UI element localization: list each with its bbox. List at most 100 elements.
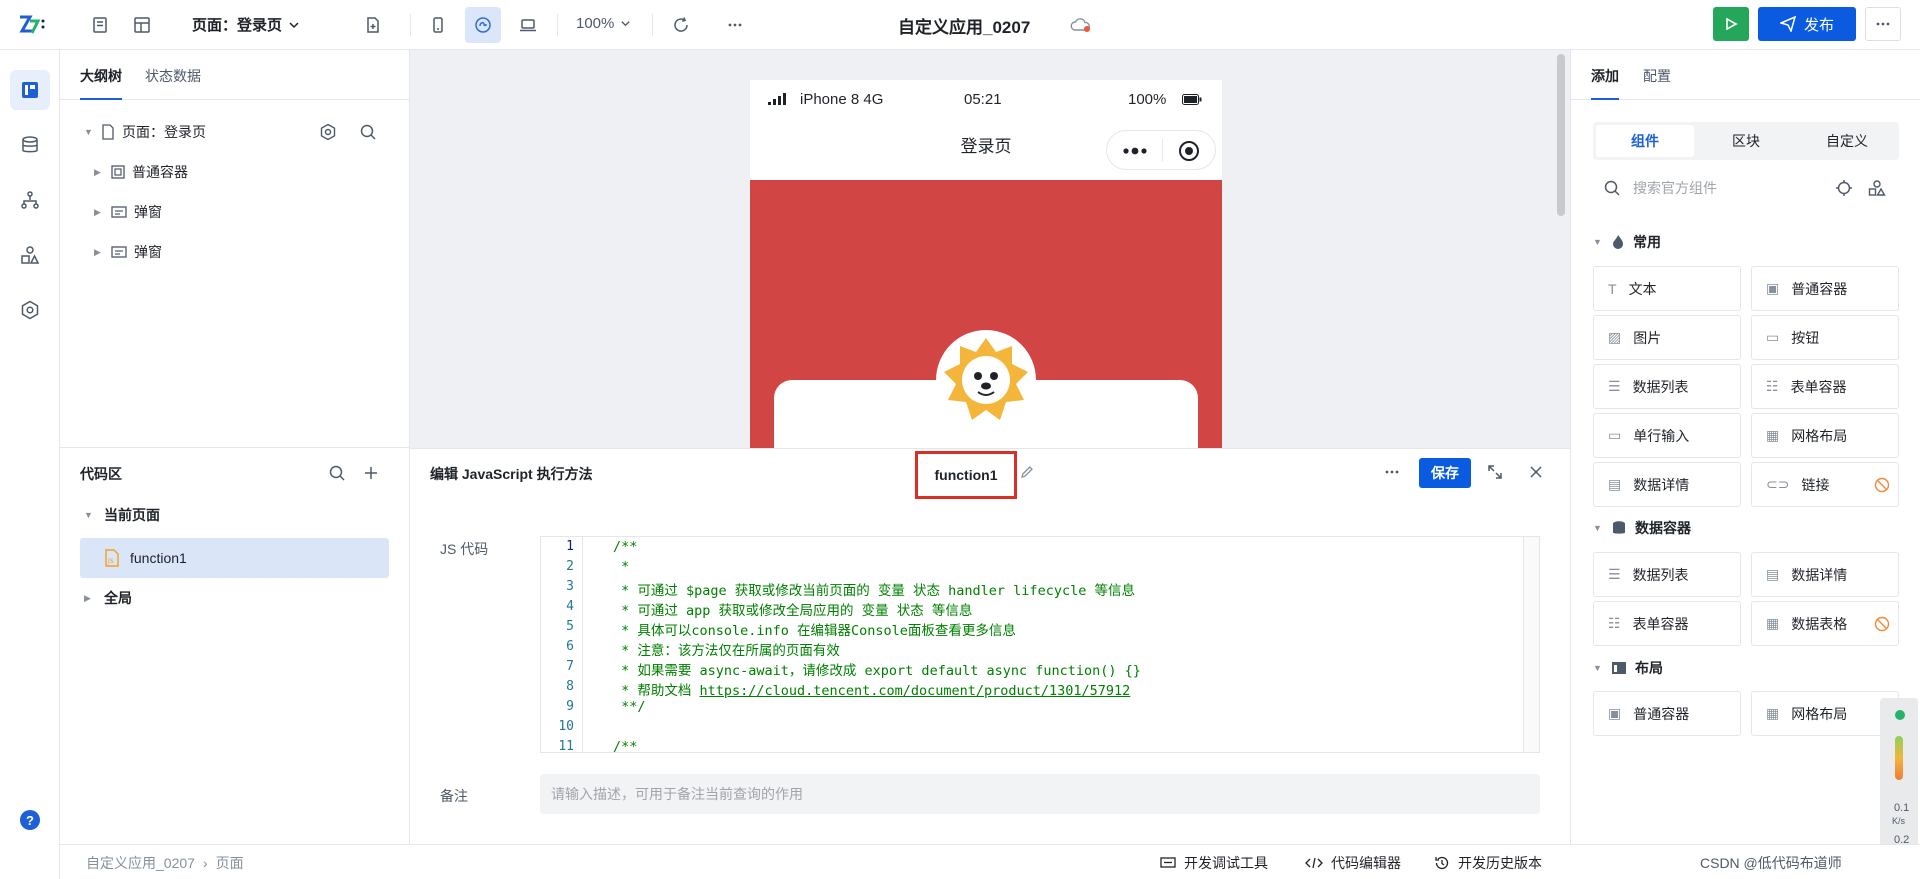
battery-icon bbox=[1182, 94, 1202, 105]
group-label: 布局 bbox=[1635, 660, 1663, 676]
save-button[interactable]: 保存 bbox=[1419, 458, 1471, 488]
caret-down-icon: ▼ bbox=[1593, 663, 1602, 673]
breadcrumb-page[interactable]: 页面 bbox=[216, 853, 244, 873]
caret-right-icon[interactable]: ▶ bbox=[94, 207, 104, 218]
phone-status-bar: iPhone 8 4G 05:21 100% bbox=[750, 80, 1222, 120]
history-button[interactable]: 开发历史版本 bbox=[1434, 853, 1542, 873]
tree-node-modal[interactable]: ▶ 弹窗 bbox=[94, 240, 162, 264]
publish-button[interactable]: 发布 bbox=[1758, 7, 1856, 41]
outline-view-button[interactable] bbox=[82, 7, 118, 43]
tab-config[interactable]: 配置 bbox=[1643, 66, 1671, 98]
search-icon[interactable] bbox=[328, 464, 346, 482]
code-text: * 帮助文档 bbox=[613, 683, 700, 699]
group-common[interactable]: ▼ 常用 bbox=[1593, 232, 1661, 252]
function-name-highlight[interactable]: function1 bbox=[915, 451, 1017, 499]
component-search[interactable]: 搜索官方组件 bbox=[1593, 168, 1899, 208]
help-doc-link[interactable]: https://cloud.tencent.com/document/produ… bbox=[700, 683, 1131, 699]
rail-components[interactable] bbox=[10, 235, 50, 275]
component-image[interactable]: ▨ 图片 bbox=[1593, 315, 1741, 360]
more-actions-button[interactable] bbox=[1865, 7, 1901, 41]
code-scrollbar[interactable] bbox=[1523, 537, 1539, 752]
tab-state-data[interactable]: 状态数据 bbox=[145, 66, 201, 98]
help-button[interactable]: ? bbox=[20, 810, 40, 830]
code-line: * 如果需要 async-await，请修改成 export default a… bbox=[613, 663, 1141, 679]
component-button[interactable]: ▭ 按钮 bbox=[1751, 315, 1899, 360]
group-data-containers[interactable]: ▼ 数据容器 bbox=[1593, 518, 1691, 538]
app-logo-icon[interactable] bbox=[18, 13, 46, 37]
component-label: 单行输入 bbox=[1633, 427, 1690, 444]
link-icon: ⊂⊃ bbox=[1766, 476, 1790, 492]
breadcrumb-app[interactable]: 自定义应用_0207 bbox=[86, 853, 195, 873]
component-link[interactable]: ⊂⊃ 链接 bbox=[1751, 462, 1899, 507]
code-editor[interactable]: 1 2 3 4 5 6 7 8 9 10 11 /** * * 可通过 $pag… bbox=[540, 536, 1540, 753]
close-target-icon[interactable] bbox=[1177, 139, 1201, 163]
segment-blocks[interactable]: 区块 bbox=[1697, 125, 1795, 157]
zoom-select[interactable]: 100% bbox=[576, 15, 631, 32]
rail-outline[interactable] bbox=[10, 70, 50, 110]
caret-right-icon[interactable]: ▶ bbox=[94, 247, 104, 258]
locate-icon[interactable] bbox=[1835, 179, 1853, 197]
segment-components[interactable]: 组件 bbox=[1596, 125, 1694, 157]
component-text[interactable]: T 文本 bbox=[1593, 266, 1741, 311]
debug-tools-button[interactable]: 开发调试工具 bbox=[1160, 853, 1268, 873]
component-container[interactable]: ▣ 普通容器 bbox=[1751, 266, 1899, 311]
current-page-group[interactable]: ▼ 当前页面 bbox=[84, 505, 160, 525]
tab-outline-tree[interactable]: 大纲树 bbox=[80, 66, 122, 100]
miniprogram-preview-button[interactable] bbox=[465, 7, 501, 43]
function-label: function1 bbox=[130, 550, 187, 566]
component-data-list[interactable]: ☰ 数据列表 bbox=[1593, 552, 1741, 597]
remark-input[interactable]: 请输入描述，可用于备注当前查询的作用 bbox=[540, 774, 1540, 814]
function-name: function1 bbox=[934, 467, 998, 483]
add-icon[interactable] bbox=[362, 464, 380, 482]
close-icon[interactable] bbox=[1527, 463, 1545, 481]
caret-right-icon[interactable]: ▶ bbox=[94, 167, 104, 178]
component-data-detail[interactable]: ▤ 数据详情 bbox=[1593, 462, 1741, 507]
expand-icon[interactable] bbox=[1486, 463, 1504, 481]
rail-workflow[interactable] bbox=[10, 180, 50, 220]
component-grid-layout[interactable]: ▦ 网格布局 bbox=[1751, 413, 1899, 458]
design-canvas[interactable]: iPhone 8 4G 05:21 100% 登录页 bbox=[410, 50, 1570, 448]
group-layout[interactable]: ▼ 布局 bbox=[1593, 658, 1663, 678]
component-data-list[interactable]: ☰ 数据列表 bbox=[1593, 364, 1741, 409]
component-form-container[interactable]: ☷ 表单容器 bbox=[1593, 601, 1741, 646]
cloud-sync-icon[interactable] bbox=[1070, 16, 1092, 34]
page-selector[interactable]: 页面：登录页 bbox=[192, 14, 300, 35]
add-file-icon bbox=[364, 16, 382, 34]
layout-view-button[interactable] bbox=[124, 7, 160, 43]
search-icon[interactable] bbox=[359, 123, 377, 141]
tab-add[interactable]: 添加 bbox=[1591, 66, 1619, 100]
divider bbox=[410, 14, 411, 36]
edit-name-icon[interactable] bbox=[1020, 465, 1034, 479]
desktop-preview-button[interactable] bbox=[510, 7, 546, 43]
component-container[interactable]: ▣ 普通容器 bbox=[1593, 691, 1741, 736]
canvas-scrollbar[interactable] bbox=[1557, 54, 1565, 216]
add-page-button[interactable] bbox=[355, 7, 391, 43]
component-grid-layout[interactable]: ▦ 网格布局 bbox=[1751, 691, 1899, 736]
code-editor-button[interactable]: 代码编辑器 bbox=[1305, 853, 1401, 873]
global-group[interactable]: ▶ 全局 bbox=[84, 588, 132, 608]
page-settings-icon[interactable] bbox=[319, 123, 337, 141]
tree-node-container[interactable]: ▶ 普通容器 bbox=[94, 160, 188, 184]
component-data-table[interactable]: ▦ 数据表格 bbox=[1751, 601, 1899, 646]
mobile-preview-button[interactable] bbox=[420, 7, 456, 43]
tree-node-page[interactable]: ▼ 页面：登录页 bbox=[84, 120, 206, 144]
rail-settings[interactable] bbox=[10, 290, 50, 330]
caret-down-icon[interactable]: ▼ bbox=[84, 127, 94, 137]
segment-custom[interactable]: 自定义 bbox=[1798, 125, 1896, 157]
list-icon: ☰ bbox=[1608, 378, 1621, 394]
more-dots-icon[interactable] bbox=[1123, 147, 1147, 155]
more-tools-button[interactable] bbox=[717, 7, 753, 43]
miniprogram-capsule[interactable] bbox=[1106, 130, 1216, 170]
refresh-button[interactable] bbox=[663, 7, 699, 43]
component-form-container[interactable]: ☷ 表单容器 bbox=[1751, 364, 1899, 409]
code-item-function1[interactable]: JS function1 bbox=[80, 538, 389, 578]
run-preview-button[interactable] bbox=[1713, 7, 1749, 41]
phone-preview[interactable]: iPhone 8 4G 05:21 100% 登录页 bbox=[750, 80, 1222, 448]
rail-data[interactable] bbox=[10, 125, 50, 165]
tree-node-modal[interactable]: ▶ 弹窗 bbox=[94, 200, 162, 224]
component-text-input[interactable]: ▭ 单行输入 bbox=[1593, 413, 1741, 458]
component-data-detail[interactable]: ▤ 数据详情 bbox=[1751, 552, 1899, 597]
component-library-icon[interactable] bbox=[1868, 179, 1886, 197]
ellipsis-icon[interactable] bbox=[1383, 463, 1401, 481]
component-label: 表单容器 bbox=[1632, 615, 1689, 632]
